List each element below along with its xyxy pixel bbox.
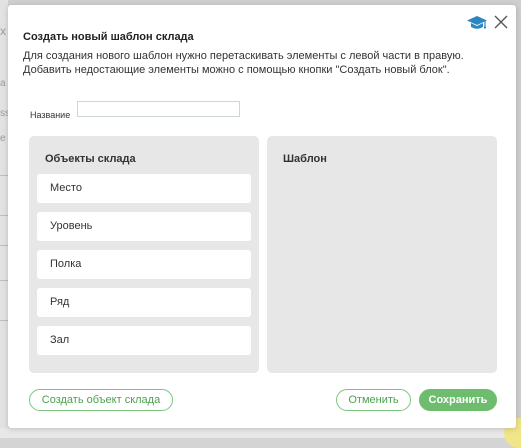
object-item-hall[interactable]: Зал xyxy=(37,326,251,355)
save-button[interactable]: Сохранить xyxy=(419,389,497,411)
cancel-button[interactable]: Отменить xyxy=(336,389,411,411)
object-item-place[interactable]: Место xyxy=(37,174,251,203)
background-glyph: e xyxy=(0,133,6,144)
create-template-dialog: Создать новый шаблон склада Для создания… xyxy=(8,5,516,428)
background-divider xyxy=(0,215,8,216)
graduation-cap-icon[interactable] xyxy=(466,15,488,31)
background-glyph: a xyxy=(0,78,6,89)
background-footer-strip xyxy=(0,428,521,438)
background-divider xyxy=(0,320,8,321)
background-glyph: x xyxy=(0,24,6,38)
create-object-button[interactable]: Создать объект склада xyxy=(29,389,173,411)
warehouse-objects-title: Объекты склада xyxy=(45,153,136,165)
name-input[interactable] xyxy=(77,101,240,117)
template-drop-zone[interactable]: Шаблон xyxy=(267,136,497,373)
close-icon[interactable] xyxy=(493,14,509,30)
name-label: Название xyxy=(30,110,71,120)
dialog-description: Для создания нового шаблон нужно перетас… xyxy=(23,49,503,77)
description-line: Добавить недостающие элементы можно с по… xyxy=(23,64,450,76)
warehouse-objects-column: Объекты склада Место Уровень Полка Ряд З… xyxy=(29,136,259,373)
background-divider xyxy=(0,245,8,246)
object-item-level[interactable]: Уровень xyxy=(37,212,251,241)
object-item-shelf[interactable]: Полка xyxy=(37,250,251,279)
background-divider xyxy=(0,175,8,176)
background-sidebar: x a ss e xyxy=(0,0,10,438)
dialog-title: Создать новый шаблон склада xyxy=(23,31,194,43)
background-divider xyxy=(0,280,8,281)
description-line: Для создания нового шаблон нужно перетас… xyxy=(23,50,464,62)
object-item-row[interactable]: Ряд xyxy=(37,288,251,317)
template-title: Шаблон xyxy=(283,153,327,165)
